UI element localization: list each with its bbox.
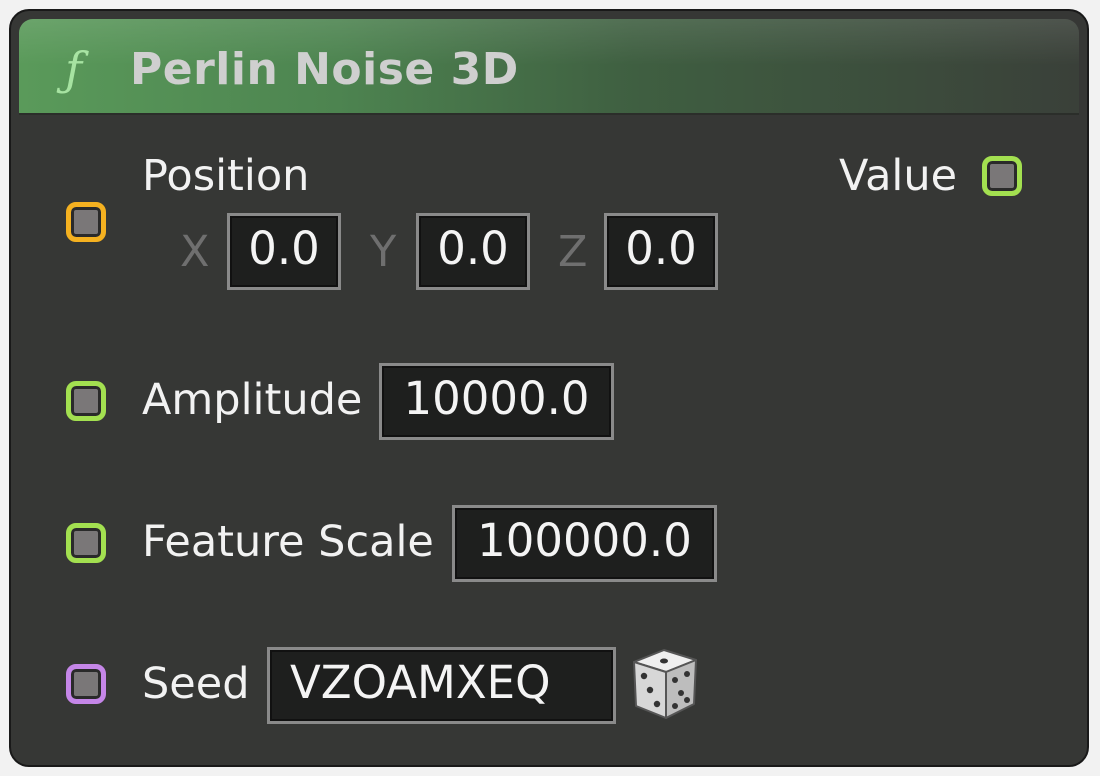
seed-label: Seed: [142, 659, 250, 709]
function-icon: ƒ: [65, 42, 83, 96]
amplitude-label: Amplitude: [142, 375, 363, 425]
amplitude-input-pin[interactable]: [66, 381, 106, 421]
position-y-axis-label: Y: [370, 227, 397, 277]
dice-icon[interactable]: [628, 646, 700, 722]
feature-scale-input-pin[interactable]: [66, 523, 106, 563]
position-z-field[interactable]: 0.0: [604, 213, 718, 290]
position-label: Position: [142, 151, 310, 201]
seed-field[interactable]: VZOAMXEQ: [267, 647, 616, 724]
feature-scale-field[interactable]: 100000.0: [452, 505, 717, 582]
position-x-field[interactable]: 0.0: [227, 213, 341, 290]
amplitude-field[interactable]: 10000.0: [379, 363, 614, 440]
position-z-axis-label: Z: [558, 227, 588, 277]
seed-input-pin[interactable]: [66, 664, 106, 704]
value-output-pin[interactable]: [982, 156, 1022, 196]
value-output-label: Value: [839, 151, 958, 201]
position-x-axis-label: X: [180, 227, 210, 277]
feature-scale-label: Feature Scale: [142, 517, 434, 567]
node-header[interactable]: ƒ Perlin Noise 3D: [19, 19, 1079, 115]
position-y-field[interactable]: 0.0: [416, 213, 530, 290]
node-title: Perlin Noise 3D: [130, 44, 519, 95]
position-input-pin[interactable]: [66, 202, 106, 242]
